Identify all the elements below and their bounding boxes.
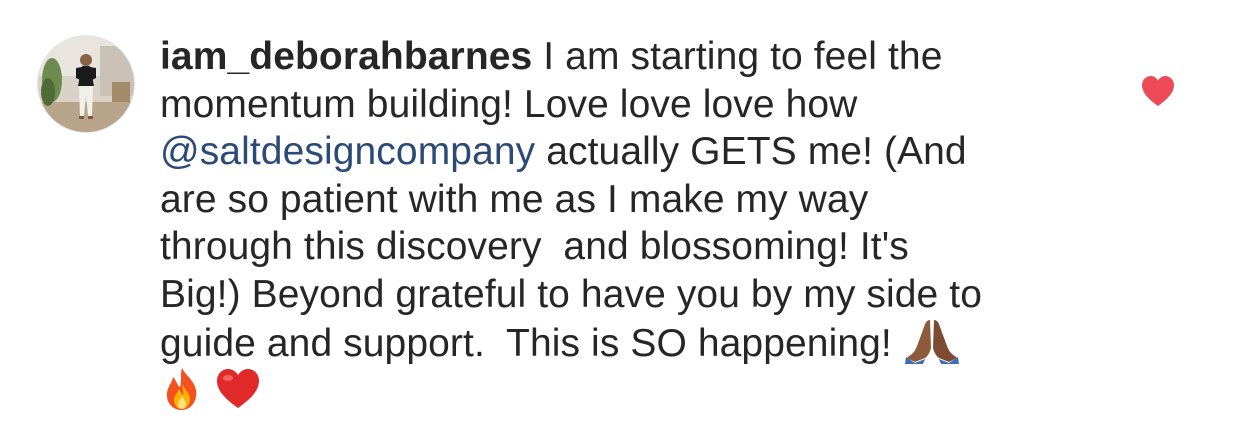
heart-icon bbox=[1142, 76, 1174, 106]
red-heart-emoji bbox=[214, 366, 262, 424]
comment-line-3: @saltdesigncompany actually GETS me! (An… bbox=[160, 128, 1090, 176]
username-link[interactable]: iam_deborahbarnes bbox=[160, 35, 532, 78]
avatar[interactable] bbox=[37, 35, 135, 133]
comment-line-7: guide and support. This is SO happening! bbox=[160, 318, 1090, 366]
comment-line-1: iam_deborahbarnes I am starting to feel … bbox=[160, 33, 1090, 81]
comment-line-5: through this discovery and blossoming! I… bbox=[160, 225, 909, 268]
like-button[interactable] bbox=[1140, 74, 1176, 110]
comment-row: iam_deborahbarnes I am starting to feel … bbox=[0, 0, 1242, 447]
comment-text-segment: I am starting to feel the bbox=[532, 35, 943, 78]
comment-text: iam_deborahbarnes I am starting to feel … bbox=[160, 33, 1090, 413]
comment-text-segment: actually GETS me! (And bbox=[535, 130, 967, 173]
comment-line-2: momentum building! Love love love how bbox=[160, 82, 858, 126]
comment-line-6: Big!) Beyond grateful to have you by my … bbox=[160, 272, 982, 316]
avatar-photo bbox=[38, 36, 134, 132]
fire-emoji bbox=[160, 366, 204, 424]
comment-text-segment: guide and support. This is SO happening! bbox=[160, 322, 903, 365]
mention-link[interactable]: @saltdesigncompany bbox=[160, 130, 535, 173]
comment-line-4: are so patient with me as I make my way bbox=[160, 177, 869, 221]
folded-hands-emoji bbox=[903, 318, 961, 376]
